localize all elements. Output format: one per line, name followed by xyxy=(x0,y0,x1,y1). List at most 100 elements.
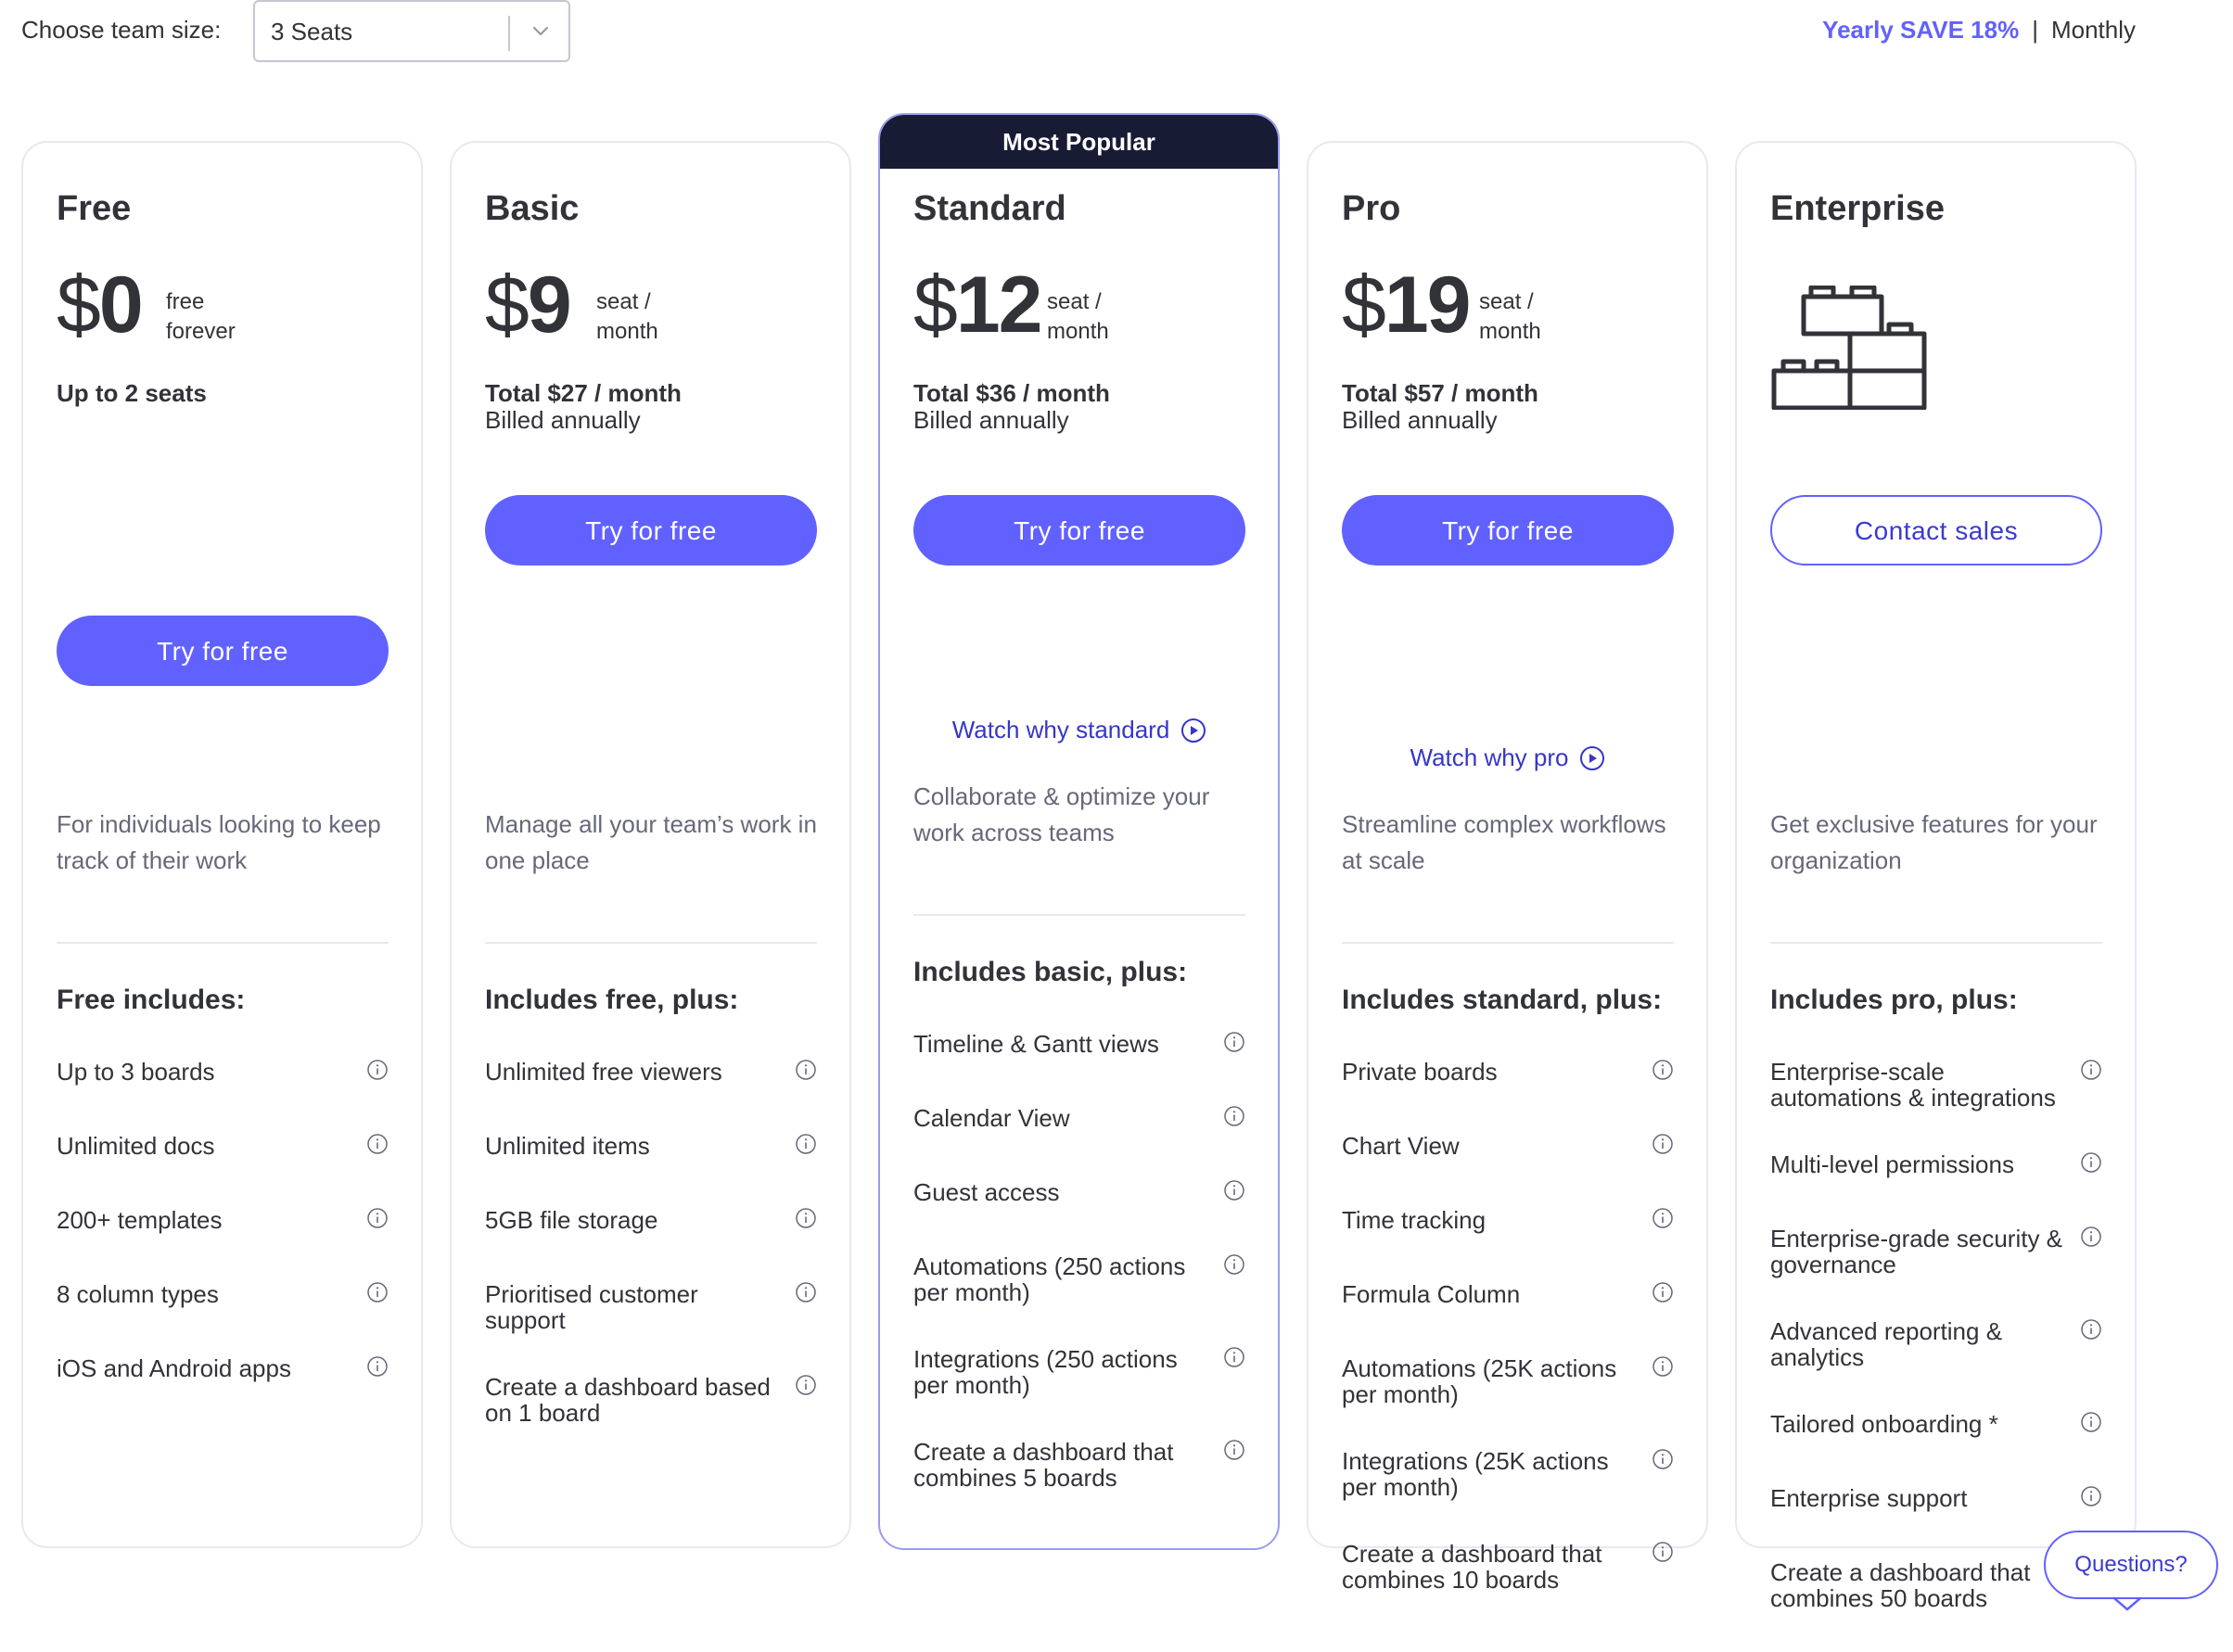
plan-price: $9 xyxy=(485,265,572,345)
try-for-free-button[interactable]: Try for free xyxy=(57,616,389,686)
feature-label: Enterprise-grade security & governance xyxy=(1770,1225,2063,1278)
feature-item: Tailored onboarding * xyxy=(1770,1411,2102,1444)
feature-item: Advanced reporting & analytics xyxy=(1770,1318,2102,1370)
plan-name: Free xyxy=(57,189,132,228)
feature-item: Multi-level permissions xyxy=(1770,1151,2102,1185)
try-for-free-button[interactable]: Try for free xyxy=(913,495,1245,565)
info-icon[interactable] xyxy=(366,1281,389,1303)
plan-card-enterprise: Enterprise Contact sales Get exclusive f… xyxy=(1735,141,2137,1611)
plan-price: $12 xyxy=(913,265,1043,345)
play-icon xyxy=(1181,718,1206,743)
info-icon[interactable] xyxy=(795,1281,817,1303)
feature-item: Enterprise support xyxy=(1770,1485,2102,1519)
divider xyxy=(57,942,389,944)
info-icon[interactable] xyxy=(1652,1281,1674,1303)
plan-name: Pro xyxy=(1342,189,1401,228)
feature-item: Automations (250 actions per month) xyxy=(913,1253,1245,1305)
info-icon[interactable] xyxy=(366,1355,389,1378)
info-icon[interactable] xyxy=(366,1059,389,1081)
divider xyxy=(485,942,817,944)
watch-why-pro-link[interactable]: Watch why pro xyxy=(1342,743,1674,772)
currency-symbol: $ xyxy=(913,261,958,349)
feature-label: 200+ templates xyxy=(57,1206,223,1234)
try-for-free-button[interactable]: Try for free xyxy=(1342,495,1674,565)
includes-title: Includes pro, plus: xyxy=(1770,985,2018,1015)
info-icon[interactable] xyxy=(366,1133,389,1155)
feature-item: Integrations (250 actions per month) xyxy=(913,1346,1245,1398)
questions-button[interactable]: Questions? xyxy=(2044,1531,2218,1599)
chevron-down-icon xyxy=(2112,1596,2142,1611)
info-icon[interactable] xyxy=(1223,1031,1245,1053)
info-icon[interactable] xyxy=(795,1133,817,1155)
team-size-select[interactable]: 3 Seats xyxy=(253,0,570,62)
divider xyxy=(913,914,1245,916)
price-unit: seat / month xyxy=(596,289,658,344)
billing-separator: | xyxy=(2032,16,2038,44)
info-icon[interactable] xyxy=(366,1207,389,1229)
info-icon[interactable] xyxy=(1652,1133,1674,1155)
watch-label: Watch why pro xyxy=(1410,743,1569,771)
feature-label: Advanced reporting & analytics xyxy=(1770,1317,2003,1371)
feature-item: Formula Column xyxy=(1342,1281,1674,1315)
info-icon[interactable] xyxy=(795,1374,817,1396)
currency-symbol: $ xyxy=(1342,261,1386,349)
feature-item: Unlimited items xyxy=(485,1133,817,1166)
price-amount: 0 xyxy=(98,261,144,349)
info-icon[interactable] xyxy=(795,1059,817,1081)
feature-label: Up to 3 boards xyxy=(57,1058,215,1086)
info-icon[interactable] xyxy=(1652,1207,1674,1229)
feature-item: Chart View xyxy=(1342,1133,1674,1166)
billing-note: Billed annually xyxy=(1342,406,1498,434)
feature-item: Create a dashboard that combines 5 board… xyxy=(913,1439,1245,1491)
info-icon[interactable] xyxy=(2080,1151,2102,1174)
plan-description: Get exclusive features for your organiza… xyxy=(1770,810,2098,874)
feature-label: Create a dashboard that combines 5 board… xyxy=(913,1438,1174,1492)
info-icon[interactable] xyxy=(1652,1541,1674,1563)
feature-label: Enterprise-scale automations & integrati… xyxy=(1770,1058,2056,1112)
info-icon[interactable] xyxy=(1223,1439,1245,1461)
info-icon[interactable] xyxy=(2080,1485,2102,1507)
plan-card-basic: Basic $9 seat / month Total $27 / month … xyxy=(450,141,851,1548)
info-icon[interactable] xyxy=(1652,1448,1674,1470)
feature-item: 5GB file storage xyxy=(485,1207,817,1240)
info-icon[interactable] xyxy=(1223,1253,1245,1276)
feature-item: 8 column types xyxy=(57,1281,389,1315)
plan-price: $0 xyxy=(57,265,144,345)
contact-sales-button[interactable]: Contact sales xyxy=(1770,495,2102,565)
feature-item: Create a dashboard based on 1 board xyxy=(485,1374,817,1426)
feature-label: Create a dashboard based on 1 board xyxy=(485,1373,771,1427)
info-icon[interactable] xyxy=(2080,1411,2102,1433)
feature-label: 5GB file storage xyxy=(485,1206,658,1234)
billing-yearly-option[interactable]: Yearly SAVE 18% xyxy=(1822,16,2019,44)
info-icon[interactable] xyxy=(2080,1226,2102,1248)
billing-monthly-option[interactable]: Monthly xyxy=(2051,16,2136,44)
feature-label: Time tracking xyxy=(1342,1206,1487,1234)
currency-symbol: $ xyxy=(57,261,101,349)
info-icon[interactable] xyxy=(1652,1355,1674,1378)
billing-toggle: Yearly SAVE 18% | Monthly xyxy=(1822,16,2136,44)
feature-list: Timeline & Gantt views Calendar View Gue… xyxy=(913,1031,1245,1531)
info-icon[interactable] xyxy=(1223,1105,1245,1127)
info-icon[interactable] xyxy=(795,1207,817,1229)
feature-label: Enterprise support xyxy=(1770,1484,1968,1512)
feature-label: Formula Column xyxy=(1342,1280,1521,1308)
info-icon[interactable] xyxy=(2080,1059,2102,1081)
billing-note: Billed annually xyxy=(485,406,641,434)
info-icon[interactable] xyxy=(1223,1179,1245,1201)
includes-title: Includes free, plus: xyxy=(485,985,739,1015)
info-icon[interactable] xyxy=(1223,1346,1245,1368)
plan-description: Streamline complex workflows at scale xyxy=(1342,810,1666,874)
feature-item: Enterprise-grade security & governance xyxy=(1770,1226,2102,1277)
info-icon[interactable] xyxy=(2080,1318,2102,1341)
plan-card-standard: Most Popular Standard $12 seat / month T… xyxy=(878,113,1280,1550)
plan-price: $19 xyxy=(1342,265,1472,345)
feature-item: Enterprise-scale automations & integrati… xyxy=(1770,1059,2102,1111)
watch-why-standard-link[interactable]: Watch why standard xyxy=(913,716,1245,744)
info-icon[interactable] xyxy=(1652,1059,1674,1081)
try-for-free-button[interactable]: Try for free xyxy=(485,495,817,565)
team-size-value: 3 Seats xyxy=(271,18,353,45)
plan-card-free: Free $0 free forever Up to 2 seats Try f… xyxy=(21,141,423,1548)
feature-label: Prioritised customer support xyxy=(485,1280,698,1334)
watch-label: Watch why standard xyxy=(951,716,1170,743)
feature-label: Integrations (25K actions per month) xyxy=(1342,1447,1609,1501)
